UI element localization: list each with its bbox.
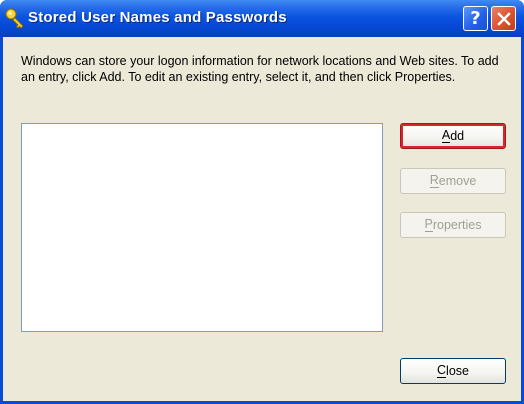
description-text: Windows can store your logon information… — [21, 54, 499, 84]
dialog-window: Stored User Names and Passwords ? Window… — [0, 0, 524, 404]
close-button[interactable]: Close — [400, 358, 506, 384]
help-button[interactable]: ? — [463, 6, 488, 31]
add-label: dd — [450, 129, 465, 143]
properties-label: roperties — [432, 218, 482, 232]
properties-mnemonic: P — [424, 217, 433, 232]
close-label: lose — [446, 364, 469, 378]
help-icon: ? — [470, 7, 481, 29]
close-window-button[interactable] — [491, 6, 516, 31]
dialog-body: Windows can store your logon information… — [3, 37, 521, 401]
close-mnemonic: C — [437, 363, 447, 378]
remove-label: emove — [438, 174, 477, 188]
add-mnemonic: A — [441, 128, 451, 143]
properties-button[interactable]: Properties — [400, 212, 506, 238]
remove-mnemonic: R — [429, 173, 439, 188]
key-icon — [5, 8, 24, 29]
add-button[interactable]: Add — [400, 123, 506, 149]
credentials-list[interactable] — [21, 123, 383, 332]
remove-button[interactable]: Remove — [400, 168, 506, 194]
close-icon — [496, 11, 511, 26]
window-title: Stored User Names and Passwords — [28, 9, 287, 26]
title-bar[interactable]: Stored User Names and Passwords ? — [0, 0, 524, 37]
